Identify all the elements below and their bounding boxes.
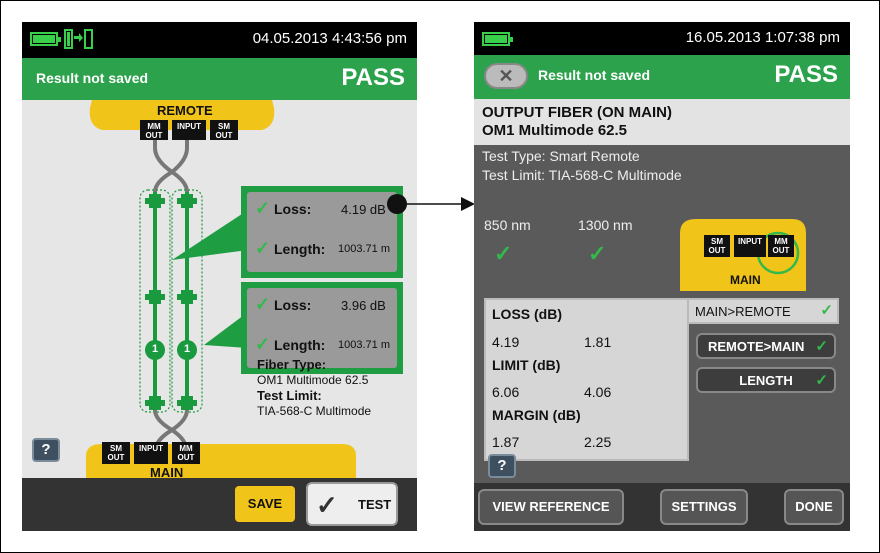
limit-value-850: 6.06	[492, 384, 520, 400]
save-status: Result not saved	[36, 70, 149, 86]
check-icon: ✓	[820, 302, 833, 319]
test-type: Test Type: Smart Remote	[482, 148, 640, 164]
loss-check-icon: ✓	[255, 294, 271, 314]
link-status-icon	[64, 29, 93, 49]
length-check-icon: ✓	[255, 238, 271, 258]
main-port-sm-out: SM OUT	[704, 235, 730, 257]
length-label: Length:	[274, 241, 326, 257]
fiber-title-bar: OUTPUT FIBER (ON MAIN) OM1 Multimode 62.…	[474, 99, 850, 145]
main-port-input: INPUT	[734, 235, 766, 257]
remote-port-sm-out: SM OUT	[210, 120, 238, 140]
fiber-type: OM1 Multimode 62.5	[482, 122, 628, 139]
length-label: Length:	[274, 337, 326, 353]
length-value: 1003.71 m	[338, 339, 390, 351]
limit-header: LIMIT (dB)	[492, 357, 561, 373]
main-unit-label: MAIN	[730, 273, 761, 287]
main-port-mm-out: MM OUT	[768, 235, 794, 257]
view-reference-button[interactable]: VIEW REFERENCE	[478, 489, 624, 525]
save-button[interactable]: SAVE	[235, 486, 295, 522]
help-button[interactable]: ?	[488, 454, 516, 478]
remote-port-input: INPUT	[172, 120, 206, 140]
done-button[interactable]: DONE	[784, 489, 844, 525]
fiber-type-value: OM1 Multimode 62.5	[257, 373, 369, 387]
test-limit: Test Limit: TIA-568-C Multimode	[482, 167, 682, 183]
footer-bar: SAVE ✓ TEST	[22, 478, 417, 531]
pass-status: PASS	[341, 64, 405, 91]
loss-value: 3.96 dB	[341, 298, 386, 313]
tester-screen-detail: 16.05.2013 1:07:38 pm ✕ Result not saved…	[474, 22, 850, 531]
main-port-sm-out: SM OUT	[102, 442, 130, 464]
connection-marker-1b: 1	[183, 343, 191, 355]
length-check-icon: ✓	[255, 334, 271, 354]
margin-header: MARGIN (dB)	[492, 407, 581, 423]
check-icon: ✓	[815, 338, 828, 355]
help-button[interactable]: ?	[32, 438, 60, 462]
loss-header: LOSS (dB)	[492, 306, 562, 322]
wavelength-1300: 1300 nm	[578, 217, 633, 233]
fiber-title: OUTPUT FIBER (ON MAIN)	[482, 104, 672, 121]
status-bar: 16.05.2013 1:07:38 pm	[474, 22, 850, 55]
margin-value-1300: 2.25	[584, 434, 612, 450]
save-status: Result not saved	[538, 67, 651, 83]
fiber-diagram-area: 1 1 REMOTE MM OUT INPUT SM OUT ✓ Loss: 4…	[22, 100, 417, 480]
length-value: 1003.71 m	[338, 243, 390, 255]
loss-value-1300: 1.81	[584, 334, 612, 350]
loss-value-850: 4.19	[492, 334, 520, 350]
test-limit-value: TIA-568-C Multimode	[257, 404, 372, 418]
test-limit-label: Test Limit:	[257, 388, 322, 403]
tab-remote-main-label: REMOTE>MAIN	[708, 339, 805, 354]
result-panel-1[interactable]: ✓ Loss: 4.19 dB ✓ Length: 1003.71 m	[241, 186, 403, 278]
fiber-type-label: Fiber Type:	[257, 357, 327, 372]
result-header: ✕ Result not saved PASS	[474, 55, 850, 99]
result-header: Result not saved PASS	[22, 58, 417, 100]
main-port-input: INPUT	[134, 442, 168, 464]
loss-check-icon: ✓	[255, 198, 271, 218]
check-icon: ✓	[815, 372, 828, 389]
loss-label: Loss:	[274, 201, 312, 217]
test-button-label: TEST	[358, 497, 392, 512]
tester-screen-summary: 04.05.2013 4:43:56 pm Result not saved P…	[22, 22, 417, 531]
remote-port-mm-out: MM OUT	[140, 120, 168, 140]
detail-body: Test Type: Smart Remote Test Limit: TIA-…	[474, 145, 850, 483]
status-bar: 04.05.2013 4:43:56 pm	[22, 22, 417, 58]
limit-value-1300: 4.06	[584, 384, 612, 400]
tab-length[interactable]: LENGTH ✓	[696, 367, 836, 393]
tab-length-label: LENGTH	[739, 373, 793, 388]
check-icon: ✓	[316, 490, 338, 520]
tab-remote-main[interactable]: REMOTE>MAIN ✓	[696, 333, 836, 359]
test-button[interactable]: ✓ TEST	[306, 482, 398, 526]
callout-arrow	[387, 194, 475, 214]
loss-value: 4.19 dB	[341, 202, 386, 217]
pass-status: PASS	[774, 61, 838, 88]
main-unit-shape	[86, 444, 356, 478]
footer-bar: VIEW REFERENCE SETTINGS DONE	[474, 483, 850, 531]
tab-main-remote-label: MAIN>REMOTE	[695, 304, 791, 319]
main-port-mm-out: MM OUT	[172, 442, 200, 464]
settings-button[interactable]: SETTINGS	[660, 489, 748, 525]
fiber-info: Fiber Type: OM1 Multimode 62.5 Test Limi…	[257, 357, 371, 419]
tab-main-remote[interactable]: MAIN>REMOTE ✓	[689, 298, 839, 324]
wavelength-1300-check-icon: ✓	[588, 241, 607, 266]
connection-marker-1a: 1	[151, 343, 159, 355]
battery-icon	[30, 32, 61, 46]
results-table: LOSS (dB) 4.19 1.81 LIMIT (dB) 6.06 4.06…	[484, 298, 689, 461]
battery-icon	[482, 32, 513, 46]
margin-value-850: 1.87	[492, 434, 520, 450]
wavelength-850: 850 nm	[484, 217, 531, 233]
remote-unit-label: REMOTE	[157, 103, 213, 118]
datetime: 16.05.2013 1:07:38 pm	[685, 29, 840, 46]
loss-label: Loss:	[274, 297, 312, 313]
wavelength-850-check-icon: ✓	[494, 241, 513, 266]
datetime: 04.05.2013 4:43:56 pm	[252, 30, 407, 47]
close-icon[interactable]: ✕	[484, 63, 528, 89]
